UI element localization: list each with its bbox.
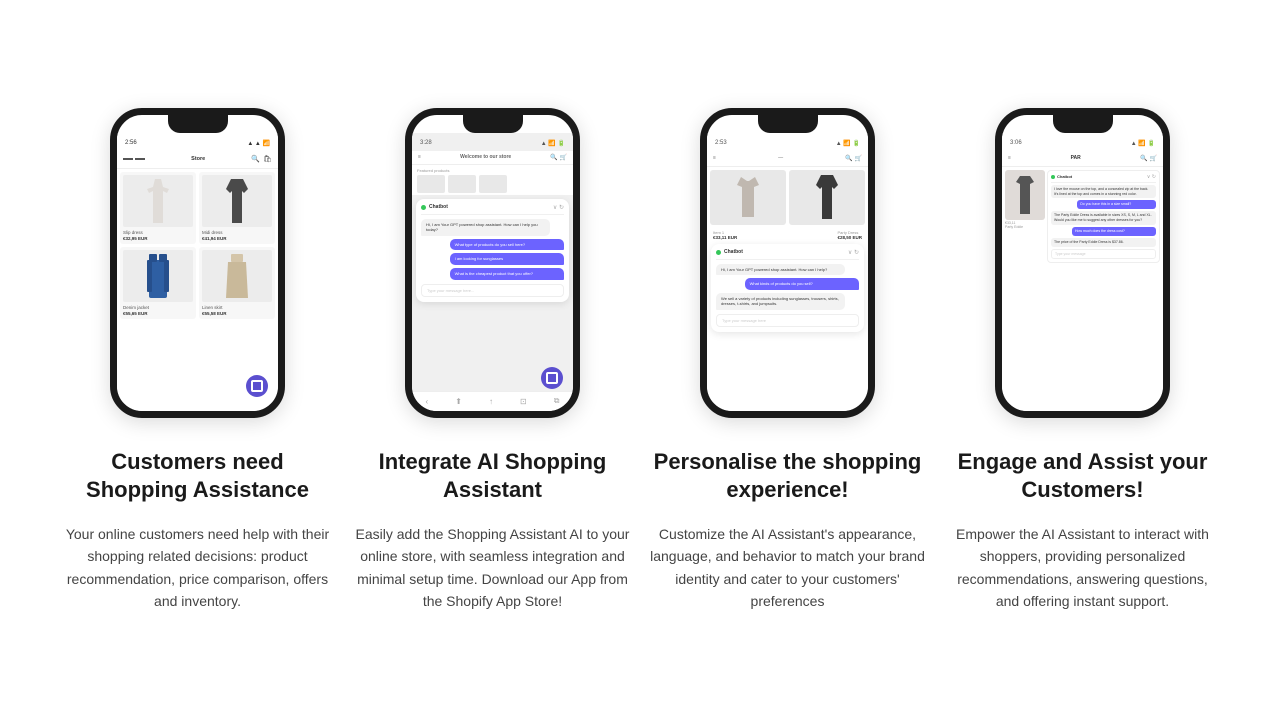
card-title-2: Integrate AI Shopping Assistant — [355, 448, 630, 505]
phone-screen-1: 2:56 ▲ ▲ 📶 Store 🔍 🛍 — [117, 133, 278, 411]
card-desc-3: Customize the AI Assistant's appearance,… — [650, 523, 925, 613]
chat-window-2: Chatbot ∨ ↻ Hi, I am Your GPT powered sh… — [416, 199, 569, 302]
bot-msg-2-1: Hi, I am Your GPT powered shop assistant… — [421, 219, 550, 236]
dress-icon-3 — [816, 175, 838, 219]
phone-mockup-3: 2:53 ▲ 📶 🔋 ≡ — 🔍 🛒 — [700, 108, 875, 418]
user-msg-2-2: I am looking for sunglasses — [450, 253, 564, 265]
skirt-icon-1 — [226, 254, 248, 298]
card-personalise: 2:53 ▲ 📶 🔋 ≡ — 🔍 🛒 — [650, 108, 925, 613]
phone-mockup-4: 3:06 ▲ 📶 🔋 ≡ PAR 🔍 🛒 — [995, 108, 1170, 418]
hoodie-icon — [737, 177, 759, 217]
dress-icon-2 — [226, 179, 248, 223]
status-time-3: 2:53 — [715, 140, 727, 146]
product-icon-4 — [1016, 176, 1034, 214]
page-container: 2:56 ▲ ▲ 📶 Store 🔍 🛍 — [0, 68, 1280, 653]
phone-mockup-1: 2:56 ▲ ▲ 📶 Store 🔍 🛍 — [110, 108, 285, 418]
card-title-1: Customers need Shopping Assistance — [60, 448, 335, 505]
card-shopping-assistance: 2:56 ▲ ▲ 📶 Store 🔍 🛍 — [60, 108, 335, 613]
phone-notch-3 — [758, 115, 818, 133]
user-msg-2-3: What is the cheapest product that you of… — [450, 268, 564, 280]
phone-screen-3: 2:53 ▲ 📶 🔋 ≡ — 🔍 🛒 — [707, 133, 868, 411]
nav-home-2[interactable]: ⊡ — [520, 397, 527, 406]
jacket-icon-1 — [147, 254, 169, 298]
bot-msg-3-2: We sell a variety of products including … — [716, 293, 845, 310]
fab-button-1[interactable] — [246, 375, 268, 397]
chat-input-3[interactable]: Type your message here — [716, 314, 859, 327]
bot-status-dot-2 — [421, 205, 426, 210]
card-desc-4: Empower the AI Assistant to interact wit… — [945, 523, 1220, 613]
status-icons-3: ▲ 📶 🔋 — [836, 140, 860, 147]
bot-status-dot-3 — [716, 250, 721, 255]
chat-input-2[interactable]: Type your message here... — [421, 284, 564, 297]
card-integrate: 3:28 ▲ 📶 🔋 ≡ Welcome to our store 🔍 🛒 Fe… — [355, 108, 630, 613]
phone-notch-2 — [463, 115, 523, 133]
status-icons-4: ▲ 📶 🔋 — [1131, 140, 1155, 147]
status-time-2: 3:28 — [420, 140, 432, 146]
user-msg-3-1: What kinds of products do you sell? — [745, 278, 859, 290]
phone-notch-4 — [1053, 115, 1113, 133]
chat-actions-3: ∨ ↻ — [848, 249, 859, 256]
chat-title-3: Chatbot — [724, 249, 743, 255]
status-time-1: 2:56 — [125, 140, 137, 146]
status-icons-1: ▲ ▲ 📶 — [247, 140, 270, 147]
phone-screen-4: 3:06 ▲ 📶 🔋 ≡ PAR 🔍 🛒 — [1002, 133, 1163, 411]
status-time-4: 3:06 — [1010, 140, 1022, 146]
status-icons-2: ▲ 📶 🔋 — [541, 140, 565, 147]
card-engage: 3:06 ▲ 📶 🔋 ≡ PAR 🔍 🛒 — [945, 108, 1220, 613]
phone-screen-2: 3:28 ▲ 📶 🔋 ≡ Welcome to our store 🔍 🛒 Fe… — [412, 133, 573, 411]
nav-tabs-2[interactable]: ⧉ — [554, 396, 560, 406]
nav-share-2[interactable]: ↑ — [489, 397, 493, 406]
nav-back-2[interactable]: ‹ — [426, 397, 429, 406]
chat-actions-2: ∨ ↻ — [553, 204, 564, 211]
bot-msg-3-1: Hi, I am Your GPT powered shop assistant… — [716, 264, 845, 276]
card-desc-2: Easily add the Shopping Assistant AI to … — [355, 523, 630, 613]
nav-fwd-2[interactable]: ⬆ — [455, 397, 462, 406]
fab-button-2[interactable] — [541, 367, 563, 389]
fab-icon-1 — [251, 380, 263, 392]
user-msg-2-1: What type of products do you sell here? — [450, 239, 564, 251]
dress-icon-1 — [147, 179, 169, 223]
card-title-4: Engage and Assist your Customers! — [945, 448, 1220, 505]
chat-title-2: Chatbot — [429, 204, 448, 210]
phone-notch-1 — [168, 115, 228, 133]
phone-mockup-2: 3:28 ▲ 📶 🔋 ≡ Welcome to our store 🔍 🛒 Fe… — [405, 108, 580, 418]
chat-window-3: Chatbot ∨ ↻ Hi, I am Your GPT powered sh… — [711, 244, 864, 332]
fab-icon-2 — [546, 372, 558, 384]
card-title-3: Personalise the shopping experience! — [650, 448, 925, 505]
features-row: 2:56 ▲ ▲ 📶 Store 🔍 🛍 — [60, 108, 1220, 613]
card-desc-1: Your online customers need help with the… — [60, 523, 335, 613]
